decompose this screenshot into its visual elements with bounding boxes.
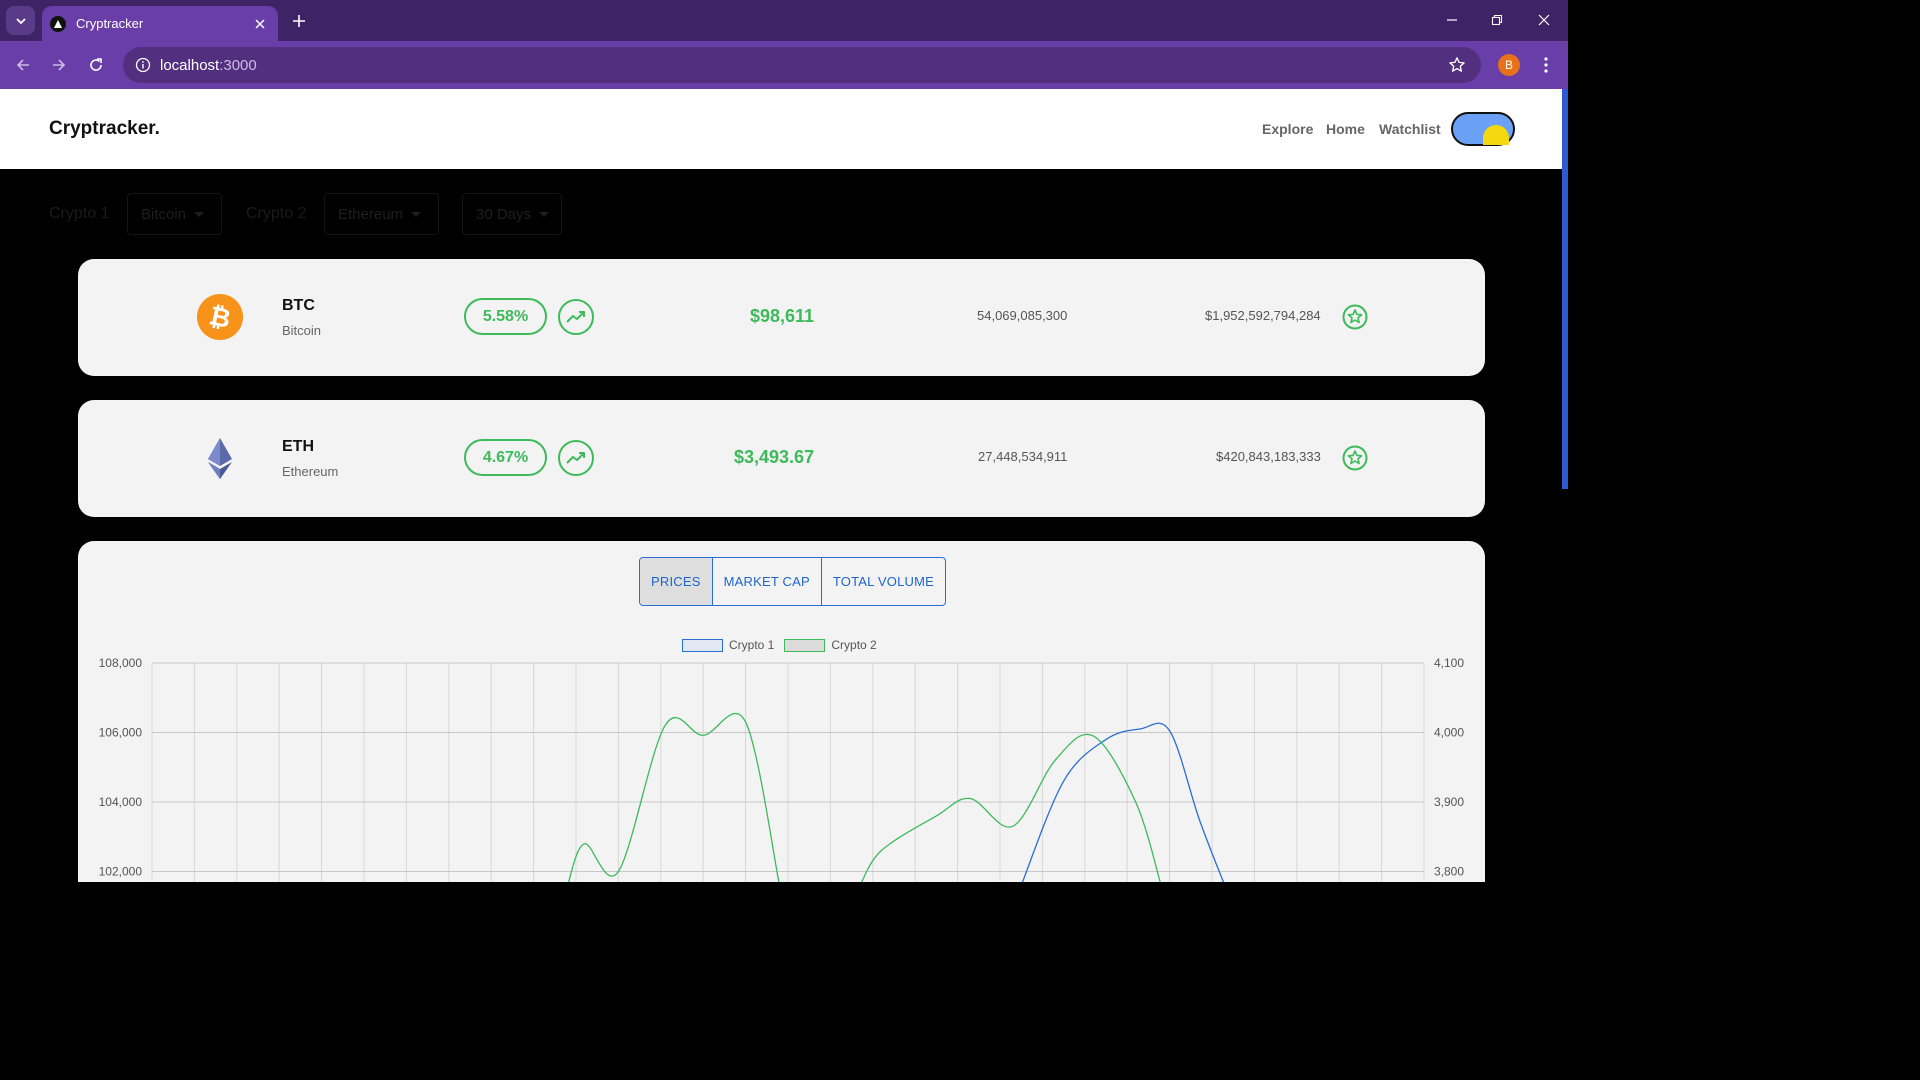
crypto1-select[interactable]: Bitcoin xyxy=(127,193,222,235)
ethereum-logo-icon xyxy=(208,438,232,479)
trending-up-icon xyxy=(558,440,594,476)
crypto1-value: Bitcoin xyxy=(141,205,187,223)
sun-icon xyxy=(1483,125,1509,145)
new-tab-button[interactable] xyxy=(286,8,312,34)
url-host: localhost xyxy=(160,57,220,74)
site-info-icon[interactable] xyxy=(133,55,153,75)
crypto2-value: Ethereum xyxy=(338,205,404,223)
page-viewport: Cryptracker. Explore Home Watchlist Cryp… xyxy=(0,89,1568,882)
days-select[interactable]: 30 Days xyxy=(462,193,562,235)
browser-toolbar: localhost:3000 B xyxy=(0,41,1568,89)
nav-home-link[interactable]: Home xyxy=(1326,121,1365,137)
theme-toggle-switch[interactable] xyxy=(1451,112,1515,146)
restore-window-button[interactable] xyxy=(1481,8,1513,32)
arrow-right-icon xyxy=(53,59,66,71)
chevron-down-icon xyxy=(15,17,26,24)
restore-icon xyxy=(1491,14,1503,26)
caret-down-icon xyxy=(194,211,205,217)
close-window-button[interactable] xyxy=(1528,8,1560,32)
browser-menu-icon[interactable] xyxy=(1534,53,1558,77)
days-value: 30 Days xyxy=(476,205,532,223)
series-line-crypto2 xyxy=(861,733,1161,882)
coin-name: Ethereum xyxy=(282,464,339,479)
site-header: Cryptracker. Explore Home Watchlist xyxy=(0,89,1562,169)
back-button[interactable] xyxy=(8,50,38,80)
bookmark-star-icon[interactable] xyxy=(1447,55,1467,75)
compare-controls: Crypto 1 Bitcoin Crypto 2 Ethereum 30 Da… xyxy=(0,193,700,235)
browser-tab-strip: Cryptracker xyxy=(0,0,1568,41)
crypto1-label: Crypto 1 xyxy=(49,205,110,222)
price-change-chip: 5.58% xyxy=(464,298,547,335)
nav-watchlist-link[interactable]: Watchlist xyxy=(1379,121,1441,137)
minimize-window-button[interactable] xyxy=(1436,8,1468,32)
tab-search-button[interactable] xyxy=(6,6,35,35)
y-right-tick-label: 3,900 xyxy=(1434,795,1464,809)
bitcoin-logo-icon: ₿ xyxy=(197,294,243,340)
watchlist-star-icon[interactable] xyxy=(1342,304,1368,330)
arrow-left-icon xyxy=(16,59,29,71)
price-chart[interactable]: 108,000 106,000 104,000 102,000 4,100 4,000 3,… xyxy=(78,541,1485,882)
coin-symbol: ETH xyxy=(282,438,314,455)
y-left-tick-label: 108,000 xyxy=(99,656,143,670)
favicon-icon xyxy=(50,15,66,32)
caret-down-icon xyxy=(539,211,550,217)
series-line-crypto2 xyxy=(567,713,780,882)
chart-card: PRICES MARKET CAP TOTAL VOLUME Crypto 1 … xyxy=(78,541,1485,882)
tab-title: Cryptracker xyxy=(76,16,144,31)
coin-market-cap: $420,843,183,333 xyxy=(1216,449,1321,464)
nav-explore-link[interactable]: Explore xyxy=(1262,121,1313,137)
coin-name: Bitcoin xyxy=(282,323,322,338)
coin-price: $3,493.67 xyxy=(734,447,815,467)
minimize-icon xyxy=(1447,19,1457,21)
caret-down-icon xyxy=(411,211,422,217)
coin-card-btc[interactable]: ₿ BTC Bitcoin 5.58% $98,611 54,069,085,3… xyxy=(78,259,1485,376)
coin-volume: 54,069,085,300 xyxy=(977,308,1068,323)
price-change-chip: 4.67% xyxy=(464,439,547,476)
url-port: :3000 xyxy=(219,57,257,74)
site-logo[interactable]: Cryptracker. xyxy=(49,118,160,140)
series-line-crypto1 xyxy=(1021,722,1225,882)
y-left-tick-label: 106,000 xyxy=(99,726,143,740)
coin-volume: 27,448,534,911 xyxy=(978,449,1068,464)
trending-up-icon xyxy=(558,299,594,335)
close-icon xyxy=(1538,14,1550,26)
forward-button[interactable] xyxy=(44,50,74,80)
y-right-tick-label: 4,000 xyxy=(1434,726,1464,740)
y-left-tick-label: 104,000 xyxy=(99,795,143,809)
coin-card-eth[interactable]: ETH Ethereum 4.67% $3,493.67 27,448,534,… xyxy=(78,400,1485,517)
browser-tab[interactable]: Cryptracker xyxy=(42,6,278,41)
plus-icon xyxy=(293,15,305,27)
coin-symbol: BTC xyxy=(282,297,315,314)
reload-icon xyxy=(90,58,102,71)
y-right-tick-label: 3,800 xyxy=(1434,865,1464,879)
reload-button[interactable] xyxy=(81,50,111,80)
page-scrollbar[interactable] xyxy=(1562,89,1568,489)
coin-price: $98,611 xyxy=(750,306,815,326)
crypto2-label: Crypto 2 xyxy=(246,205,307,222)
url-text[interactable]: localhost:3000 xyxy=(160,57,257,74)
y-right-tick-label: 4,100 xyxy=(1434,656,1464,670)
watchlist-star-icon[interactable] xyxy=(1342,445,1368,471)
coin-market-cap: $1,952,592,794,284 xyxy=(1205,308,1321,323)
profile-avatar[interactable]: B xyxy=(1498,54,1520,76)
crypto2-select[interactable]: Ethereum xyxy=(324,193,439,235)
close-tab-icon[interactable] xyxy=(250,14,270,34)
y-left-tick-label: 102,000 xyxy=(99,865,143,879)
address-bar[interactable]: localhost:3000 xyxy=(123,47,1481,83)
